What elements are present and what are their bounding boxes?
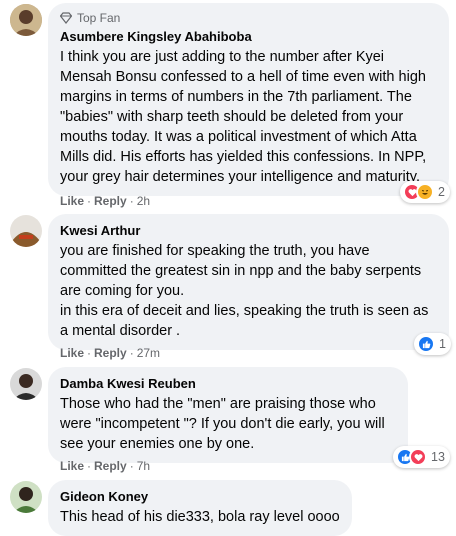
- avatar[interactable]: [10, 368, 42, 400]
- diamond-icon: [60, 12, 72, 24]
- reaction-count: 1: [439, 337, 446, 351]
- comment-actions: Like · Reply · 27m: [60, 346, 161, 360]
- love-reaction-icon: [409, 448, 427, 466]
- reaction-summary[interactable]: 13: [393, 446, 450, 468]
- reply-link[interactable]: Reply: [94, 459, 127, 473]
- badge-label: Top Fan: [77, 11, 121, 25]
- avatar-image: [10, 4, 42, 36]
- reaction-count: 2: [438, 185, 445, 199]
- comment-author[interactable]: Damba Kwesi Reuben: [60, 375, 396, 392]
- comment-text: Those who had the "men" are praising tho…: [60, 396, 385, 452]
- comment-author[interactable]: Gideon Koney: [60, 488, 340, 505]
- haha-reaction-icon: [416, 183, 434, 201]
- comment-bubble: Top Fan Asumbere Kingsley Abahiboba I th…: [48, 3, 449, 196]
- reply-link[interactable]: Reply: [94, 346, 127, 360]
- avatar[interactable]: [10, 4, 42, 36]
- comment-text: you are finished for speaking the truth,…: [60, 243, 429, 339]
- comment-author[interactable]: Asumbere Kingsley Abahiboba: [60, 28, 437, 45]
- reaction-count: 13: [431, 450, 445, 464]
- avatar[interactable]: [10, 481, 42, 513]
- like-link[interactable]: Like: [60, 346, 84, 360]
- like-link[interactable]: Like: [60, 459, 84, 473]
- comment-text: I think you are just adding to the numbe…: [60, 49, 427, 185]
- timestamp[interactable]: 7h: [137, 459, 150, 473]
- avatar-image: [10, 481, 42, 513]
- comment-actions: Like · Reply · 2h: [60, 194, 151, 208]
- comment-bubble: Damba Kwesi Reuben Those who had the "me…: [48, 367, 408, 463]
- avatar-image: [10, 368, 42, 400]
- top-fan-badge: Top Fan: [60, 11, 437, 25]
- avatar[interactable]: [10, 215, 42, 247]
- like-link[interactable]: Like: [60, 194, 84, 208]
- comment-author[interactable]: Kwesi Arthur: [60, 222, 437, 239]
- comment-actions: Like · Reply · 7h: [60, 459, 151, 473]
- timestamp[interactable]: 2h: [137, 194, 150, 208]
- reaction-summary[interactable]: 1: [414, 333, 451, 355]
- reaction-summary[interactable]: 2: [400, 181, 450, 203]
- like-reaction-icon: [417, 335, 435, 353]
- reply-link[interactable]: Reply: [94, 194, 127, 208]
- avatar-image: [10, 215, 42, 247]
- comment-bubble: Kwesi Arthur you are finished for speaki…: [48, 214, 449, 350]
- comment-text: This head of his die333, bola ray level …: [60, 509, 340, 525]
- comment-bubble: Gideon Koney This head of his die333, bo…: [48, 480, 352, 536]
- timestamp[interactable]: 27m: [137, 346, 160, 360]
